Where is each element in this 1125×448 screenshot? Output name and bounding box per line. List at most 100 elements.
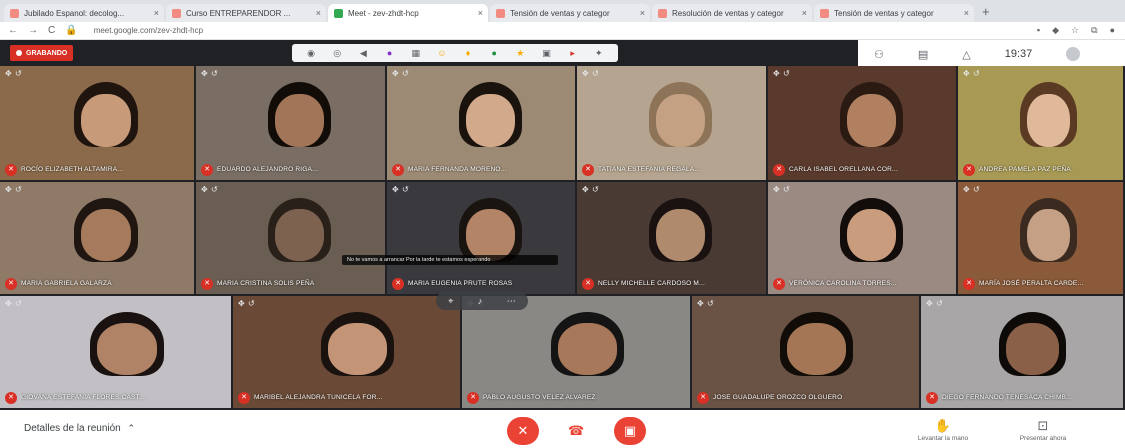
participant-name: ROCÍO ELIZABETH ALTAMIRA... <box>21 166 124 173</box>
refresh-icon[interactable]: ↺ <box>592 69 599 78</box>
mic-off-button[interactable]: ✕ <box>507 417 539 445</box>
move-icon[interactable]: ✥ <box>201 185 208 194</box>
present-now-button[interactable]: ⊡ Presentar ahora <box>1008 418 1078 442</box>
move-icon[interactable]: ✥ <box>582 185 589 194</box>
move-icon[interactable]: ✥ <box>773 185 780 194</box>
move-icon[interactable]: ✥ <box>201 69 208 78</box>
move-icon[interactable]: ✥ <box>392 69 399 78</box>
grid-icon[interactable]: ▦ <box>411 48 421 58</box>
participant-tile[interactable]: ✥ ↺ ✕ VERÓNICA CAROLINA TORRES... <box>768 182 956 294</box>
browser-tab[interactable]: Jubilado Espanol: decolog... × <box>4 4 164 22</box>
hang-up-button[interactable]: ☎ <box>568 423 584 439</box>
people-icon[interactable]: ⚇ <box>874 48 884 61</box>
back-icon[interactable]: ← <box>8 25 18 36</box>
participant-tile[interactable]: ✥ ↺ ✕ MARÍA JOSÉ PERALTA CARDE... <box>958 182 1123 294</box>
move-icon[interactable]: ✥ <box>5 185 12 194</box>
camera-off-button[interactable]: ▣ <box>614 417 646 445</box>
move-icon[interactable]: ✥ <box>697 299 704 308</box>
tab-close-icon[interactable]: × <box>802 8 807 18</box>
muted-mic-icon: ✕ <box>582 278 594 290</box>
move-icon[interactable]: ✥ <box>238 299 245 308</box>
participant-tile[interactable]: ✥ ↺ ✕ ROCÍO ELIZABETH ALTAMIRA... <box>0 66 194 180</box>
new-tab-button[interactable]: + <box>982 4 990 19</box>
participant-tile[interactable]: ✥ ↺ ✕ MARIBEL ALEJANDRA TUNICELA FOR... <box>233 296 460 408</box>
participant-tile[interactable]: ✥ ↺ ✕ GIOVANA ESTEFANIA FLORES CAST... <box>0 296 231 408</box>
bell-icon[interactable]: ♦ <box>463 48 473 58</box>
person-icon[interactable]: ● <box>385 48 395 58</box>
camera-indicator-icon[interactable]: ▪ <box>1037 25 1040 36</box>
more-options-icon[interactable]: ⋯ <box>507 296 516 307</box>
move-icon[interactable]: ✥ <box>392 185 399 194</box>
move-icon[interactable]: ✥ <box>5 69 12 78</box>
refresh-icon[interactable]: ↺ <box>936 299 943 308</box>
browser-tab[interactable]: Curso ENTREPARENDOR ... × <box>166 4 326 22</box>
pin-icon[interactable]: ◉ <box>306 48 316 58</box>
emoji-icon[interactable]: ☺ <box>437 48 447 58</box>
move-icon[interactable]: ✥ <box>582 69 589 78</box>
participant-tile[interactable]: ✥ ↺ ✕ JOSE GUADALUPE OROZCO OLGUERO <box>692 296 919 408</box>
extensions-icon[interactable]: ⧉ <box>1091 25 1097 36</box>
participant-tile[interactable]: ✥ ↺ ✕ MARIA GABRIELA GALARZA <box>0 182 194 294</box>
refresh-icon[interactable]: ↺ <box>783 185 790 194</box>
participant-tile[interactable]: ✥↺✕PABLO AUGUSTO VELEZ ALVAREZ <box>462 296 690 408</box>
participant-tile[interactable]: ✥ ↺ ✕ ANDREA PAMELA PAZ PEÑA <box>958 66 1123 180</box>
participant-tile[interactable]: ✥ ↺ ✕ MARIA EUGENIA PRUTE ROSAS <box>387 182 575 294</box>
mute-tile-icon[interactable]: ♪ <box>478 296 483 306</box>
move-icon[interactable]: ✥ <box>963 69 970 78</box>
settings-icon[interactable]: ✦ <box>594 48 604 58</box>
browser-tab[interactable]: Meet - zev-zhdt-hcp × <box>328 4 488 22</box>
refresh-icon[interactable]: ↺ <box>248 299 255 308</box>
browser-tab[interactable]: Tensión de ventas y categor × <box>814 4 974 22</box>
refresh-icon[interactable]: ↺ <box>15 185 22 194</box>
participant-tile[interactable]: ✥ ↺ ✕ MARIA CRISTINA SOLIS PEÑA <box>196 182 385 294</box>
eye-icon[interactable]: ◎ <box>332 48 342 58</box>
refresh-icon[interactable]: ↺ <box>211 69 218 78</box>
refresh-icon[interactable]: ↺ <box>211 185 218 194</box>
move-icon[interactable]: ✥ <box>773 69 780 78</box>
browser-tab[interactable]: Resolución de ventas y categor × <box>652 4 812 22</box>
pin-tile-icon[interactable]: ⌖ <box>448 296 453 307</box>
participant-tile[interactable]: ✥ ↺ ✕ MARIA FERNANDA MORENO... <box>387 66 575 180</box>
move-icon[interactable]: ✥ <box>5 299 12 308</box>
participant-tile[interactable]: ✥ ↺ ✕ EDUARDO ALEJANDRO RIGA... <box>196 66 385 180</box>
stop-icon[interactable]: ▸ <box>568 48 578 58</box>
refresh-icon[interactable]: ↺ <box>592 185 599 194</box>
camera-icon[interactable]: ▣ <box>541 48 551 58</box>
tab-close-icon[interactable]: × <box>154 8 159 18</box>
browser-tab[interactable]: Tensión de ventas y categor × <box>490 4 650 22</box>
speaker-icon[interactable]: ◀ <box>358 48 368 58</box>
cast-icon[interactable]: ◆ <box>1052 25 1059 36</box>
refresh-icon[interactable]: ↺ <box>402 185 409 194</box>
url-field[interactable]: meet.google.com/zev-zhdt-hcp <box>94 26 203 35</box>
meeting-details-button[interactable]: Detalles de la reunión ⌃ <box>24 423 135 434</box>
tab-close-icon[interactable]: × <box>964 8 969 18</box>
refresh-icon[interactable]: ↺ <box>973 185 980 194</box>
participant-tile[interactable]: ✥ ↺ ✕ CARLA ISABEL ORELLANA COR... <box>768 66 956 180</box>
activities-icon[interactable]: △ <box>962 48 970 61</box>
participant-tile[interactable]: ✥ ↺ ✕ TATIANA ESTEFANIA REGALA... <box>577 66 766 180</box>
forward-icon[interactable]: → <box>28 25 38 36</box>
refresh-icon[interactable]: ↺ <box>15 69 22 78</box>
reload-icon[interactable]: C <box>48 25 55 36</box>
move-icon[interactable]: ✥ <box>963 185 970 194</box>
move-icon[interactable]: ✥ <box>926 299 933 308</box>
tab-close-icon[interactable]: × <box>640 8 645 18</box>
refresh-icon[interactable]: ↺ <box>783 69 790 78</box>
refresh-icon[interactable]: ↺ <box>707 299 714 308</box>
tab-close-icon[interactable]: × <box>478 8 483 18</box>
chat-icon[interactable]: ● <box>489 48 499 58</box>
muted-mic-icon: ✕ <box>467 392 479 404</box>
refresh-icon[interactable]: ↺ <box>15 299 22 308</box>
participant-face <box>1006 323 1059 375</box>
profile-icon[interactable]: ● <box>1110 25 1115 36</box>
participant-tile[interactable]: ✥ ↺ ✕ NELLY MICHELLE CARDOSO M... <box>577 182 766 294</box>
refresh-icon[interactable]: ↺ <box>973 69 980 78</box>
star-icon[interactable]: ☆ <box>1071 25 1079 36</box>
tab-close-icon[interactable]: × <box>316 8 321 18</box>
refresh-icon[interactable]: ↺ <box>402 69 409 78</box>
chat-panel-icon[interactable]: ▤ <box>918 48 928 61</box>
user-avatar[interactable] <box>1066 47 1081 61</box>
star-badge-icon[interactable]: ★ <box>515 48 525 58</box>
participant-tile[interactable]: ✥ ↺ ✕ DIEGO FERNANDO TENESACA CHIMB... <box>921 296 1123 408</box>
raise-hand-button[interactable]: ✋ Levantar la mano <box>908 418 978 442</box>
